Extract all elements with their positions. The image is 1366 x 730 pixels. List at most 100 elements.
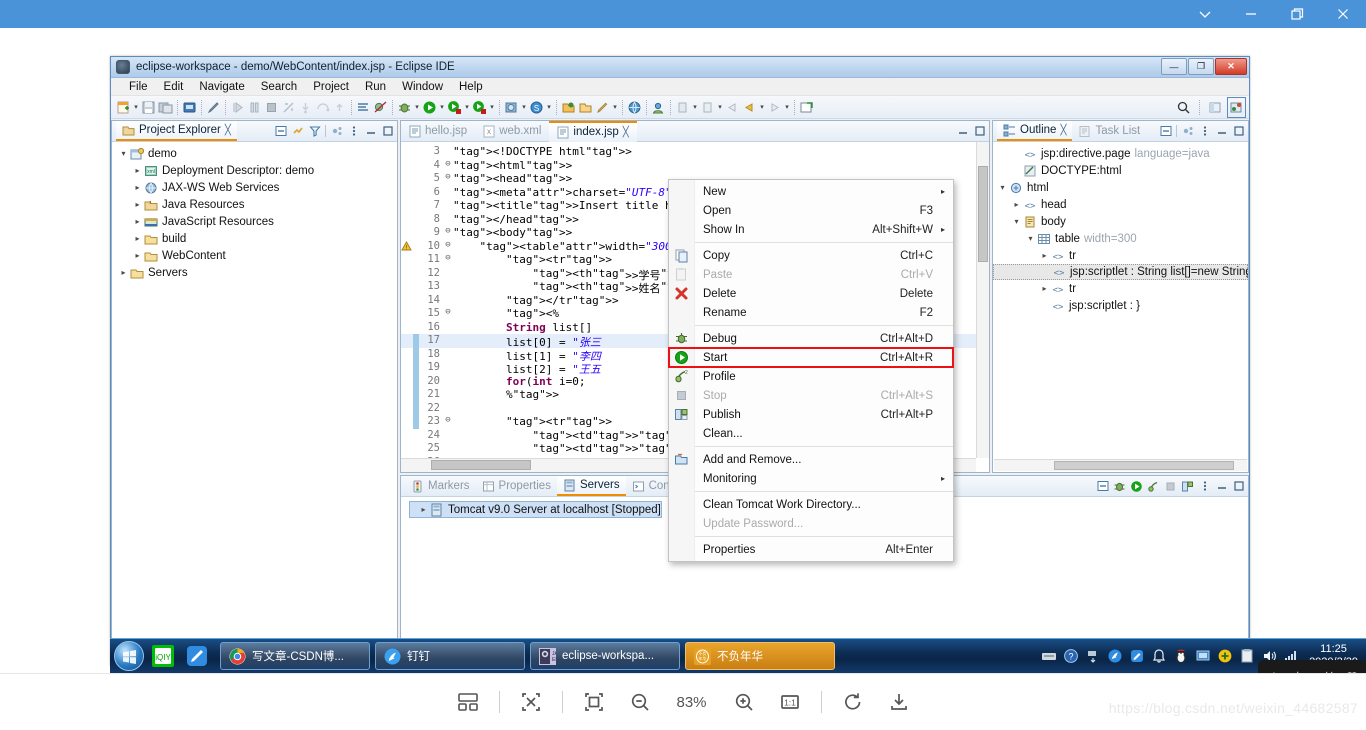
minimize-view-icon[interactable]	[364, 125, 377, 138]
maximize-servers-view-icon[interactable]	[1232, 480, 1245, 493]
fold-toggle-icon[interactable]	[443, 348, 453, 362]
outline-twisty-icon[interactable]: ▾	[1011, 217, 1022, 226]
outline-item[interactable]: ▸ <> tr	[993, 280, 1248, 297]
iqiyi-icon[interactable]: iQIY	[148, 641, 178, 671]
outline-tree[interactable]: <> jsp:directive.page language=java DOCTYP…	[993, 142, 1248, 472]
code-line[interactable]: 4 ⊖ "tag"><html "tag" >>	[401, 159, 989, 173]
new-web-dropdown-arrow[interactable]: ▾	[520, 98, 528, 117]
view-menu-extra-icon[interactable]	[330, 125, 343, 138]
fold-toggle-icon[interactable]	[443, 442, 453, 456]
tab-project-explorer-close[interactable]: ╳	[225, 125, 231, 136]
outline-item[interactable]: ▾ body	[993, 213, 1248, 230]
eclipse-minimize-button[interactable]: —	[1161, 58, 1187, 75]
context-menu-item-monitoring[interactable]: Monitoring ▸	[669, 469, 953, 488]
view-menu-icon[interactable]	[347, 125, 360, 138]
outline-twisty-icon[interactable]: ▸	[1011, 200, 1022, 209]
start-button[interactable]	[114, 641, 144, 671]
context-menu-item-open[interactable]: Open F3	[669, 201, 953, 220]
fold-toggle-icon[interactable]	[443, 402, 453, 416]
fold-toggle-icon[interactable]: ⊖	[443, 415, 453, 429]
new-dropdown-arrow[interactable]: ▾	[132, 98, 140, 117]
taskbar-task[interactable]: 钉钉	[375, 642, 525, 670]
note-icon[interactable]	[182, 641, 212, 671]
context-menu-item-profile[interactable]: 2 Profile	[669, 367, 953, 386]
marker-dropdown-arrow[interactable]: ▾	[716, 98, 724, 117]
fold-toggle-icon[interactable]	[443, 267, 453, 281]
tree-item[interactable]: ▸ build	[112, 230, 397, 247]
minimize-editor-icon[interactable]	[956, 125, 969, 138]
fold-toggle-icon[interactable]	[443, 213, 453, 227]
plus-circle-icon[interactable]	[1217, 648, 1233, 664]
rotate-icon[interactable]	[838, 687, 868, 717]
thumbnails-icon[interactable]	[453, 687, 483, 717]
next-dropdown-arrow[interactable]: ▾	[783, 98, 791, 117]
outline-view-menu-icon[interactable]	[1198, 125, 1211, 138]
tree-twisty-icon[interactable]: ▸	[132, 200, 143, 209]
editor-tab-web-xml[interactable]: Xweb.xml	[475, 121, 549, 142]
outline-item[interactable]: DOCTYPE:html	[993, 162, 1248, 179]
viewer-restore-button[interactable]	[1274, 0, 1320, 28]
fold-toggle-icon[interactable]	[443, 334, 453, 348]
tree-item[interactable]: ▾ demo	[112, 145, 397, 162]
tree-item[interactable]: ▸ JavaScript Resources	[112, 213, 397, 230]
viewer-chevron-down-button[interactable]	[1182, 0, 1228, 28]
context-menu-item-properties[interactable]: Properties Alt+Enter	[669, 540, 953, 559]
tree-twisty-icon[interactable]: ▸	[132, 251, 143, 260]
annotation-dropdown-arrow[interactable]: ▾	[691, 98, 699, 117]
editor-tab-close[interactable]: ╳	[623, 127, 629, 138]
tab-servers[interactable]: Servers	[556, 476, 626, 496]
taskbar-task[interactable]: JAEE eclipse-workspa...	[530, 642, 680, 670]
fold-toggle-icon[interactable]	[443, 280, 453, 294]
zoom-out-icon[interactable]	[625, 687, 655, 717]
menu-run[interactable]: Run	[357, 80, 394, 94]
outline-twisty-icon[interactable]: ▾	[997, 183, 1008, 192]
viewer-minimize-button[interactable]	[1228, 0, 1274, 28]
menu-help[interactable]: Help	[451, 80, 491, 94]
context-menu-item-rename[interactable]: Rename F2	[669, 303, 953, 322]
dingtalk-tray-icon[interactable]	[1107, 648, 1123, 664]
debug-server-icon[interactable]	[1113, 480, 1126, 493]
toggle-breakpoints-icon[interactable]	[355, 98, 372, 117]
open-perspective-icon[interactable]	[1207, 98, 1224, 117]
globe-icon[interactable]	[626, 98, 643, 117]
help-icon[interactable]: ?	[1063, 648, 1079, 664]
outline-item[interactable]: <> jsp:scriptlet : }	[993, 297, 1248, 314]
brush-dropdown-arrow[interactable]: ▾	[611, 98, 619, 117]
new-icon[interactable]	[115, 98, 132, 117]
context-menu-item-add-and-remove[interactable]: Add and Remove...	[669, 450, 953, 469]
keyboard-icon[interactable]	[1041, 648, 1057, 664]
context-menu[interactable]: New ▸ Open F3 Show In Alt+Shift+W ▸ Copy Ctrl+C P…	[668, 179, 954, 562]
prev-annotation-icon[interactable]	[741, 98, 758, 117]
editor-tab-index-jsp[interactable]: index.jsp ╳	[549, 120, 637, 142]
context-menu-item-show-in[interactable]: Show In Alt+Shift+W ▸	[669, 220, 953, 239]
fold-toggle-icon[interactable]: ⊖	[443, 253, 453, 267]
search-icon[interactable]	[1175, 98, 1192, 117]
server-twisty-icon[interactable]: ▸	[418, 505, 429, 514]
fold-toggle-icon[interactable]: ⊖	[443, 226, 453, 240]
editor-tab-hello-jsp[interactable]: hello.jsp	[401, 121, 475, 142]
tree-item[interactable]: ▸ Java Resources	[112, 196, 397, 213]
fold-toggle-icon[interactable]: ⊖	[443, 172, 453, 186]
clipboard-icon[interactable]	[1239, 648, 1255, 664]
outline-item[interactable]: ▸ <> tr	[993, 247, 1248, 264]
maximize-editor-icon[interactable]	[973, 125, 986, 138]
fit-screen-icon[interactable]	[516, 687, 546, 717]
start-server-icon[interactable]	[1130, 480, 1143, 493]
tree-item[interactable]: ▸ JAX-WS Web Services	[112, 179, 397, 196]
tab-markers[interactable]: Markers	[405, 476, 476, 496]
fold-toggle-icon[interactable]: ⊖	[443, 240, 453, 254]
code-line[interactable]: 3 "tag"><!DOCTYPE html "tag" >>	[401, 145, 989, 159]
context-menu-item-publish[interactable]: Publish Ctrl+Alt+P	[669, 405, 953, 424]
context-menu-item-clean[interactable]: Clean...	[669, 424, 953, 443]
collapse-all-servers-icon[interactable]	[1096, 480, 1109, 493]
fold-toggle-icon[interactable]	[443, 361, 453, 375]
fit-window-icon[interactable]	[579, 687, 609, 717]
open-type-icon[interactable]	[560, 98, 577, 117]
context-menu-item-start[interactable]: Start Ctrl+Alt+R	[668, 347, 954, 368]
fold-toggle-icon[interactable]: ⊖	[443, 159, 453, 173]
tab-task-list[interactable]: Task List	[1072, 121, 1146, 141]
fold-toggle-icon[interactable]	[443, 294, 453, 308]
tree-twisty-icon[interactable]: ▸	[132, 234, 143, 243]
collapse-all-outline-icon[interactable]	[1159, 125, 1172, 138]
profile-dropdown-arrow[interactable]: ▾	[545, 98, 553, 117]
